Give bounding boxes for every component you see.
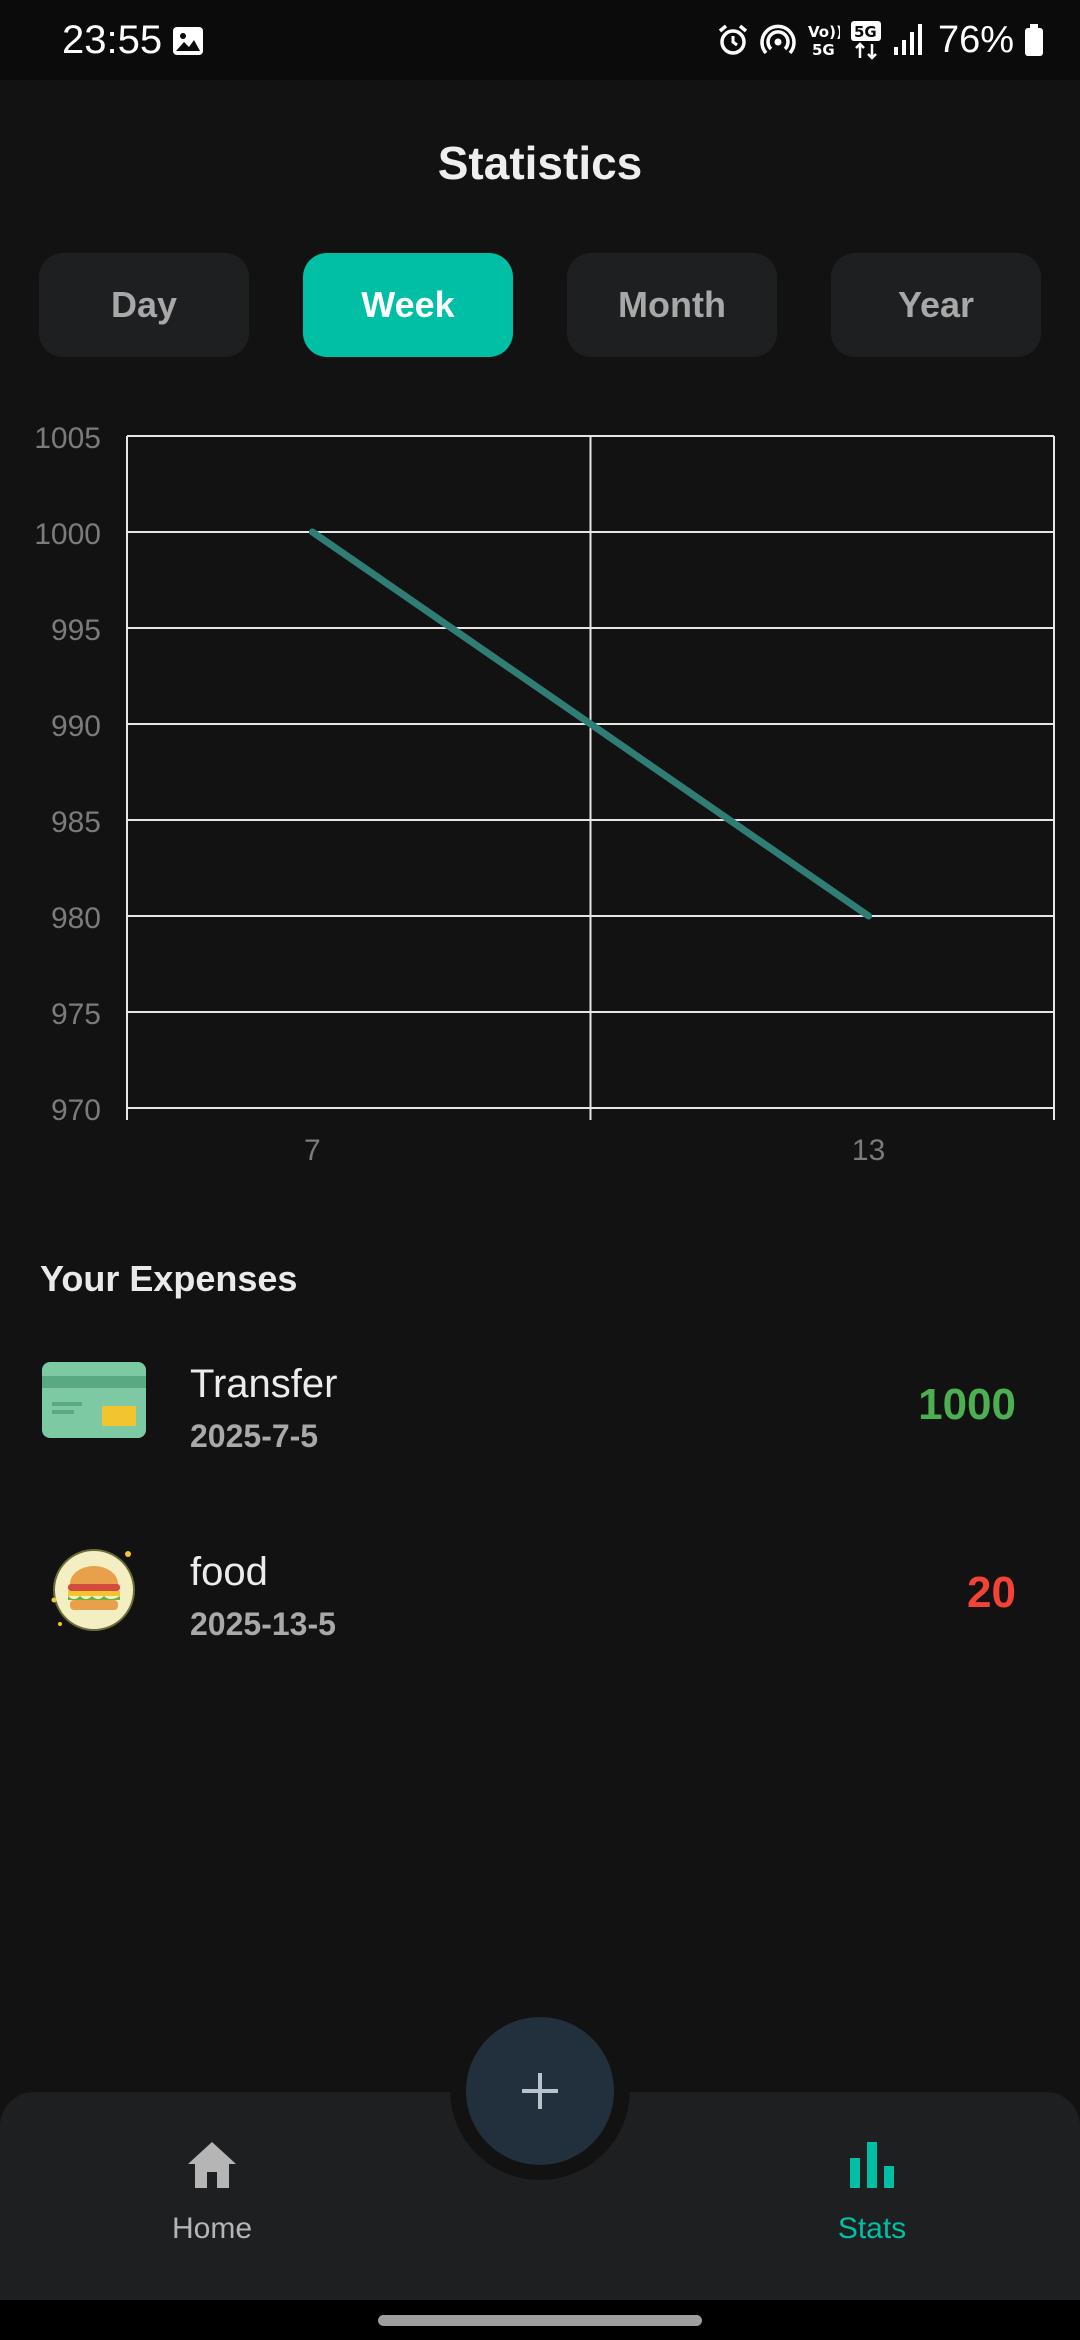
x-tick-label: 7 bbox=[304, 1134, 321, 1167]
tab-week[interactable]: Week bbox=[303, 253, 513, 357]
home-icon bbox=[188, 2142, 236, 2188]
line-chart: 1005 1000 995 990 985 980 975 970 7 13 bbox=[0, 420, 1080, 1180]
expense-item-food[interactable]: food 2025-13-5 20 bbox=[0, 1518, 1080, 1658]
volte-icon: Vo)) 5G bbox=[808, 23, 840, 59]
signal-icon bbox=[893, 24, 922, 55]
y-tick-label: 985 bbox=[51, 806, 101, 839]
expense-amount: 20 bbox=[967, 1568, 1016, 1617]
expense-item-transfer[interactable]: Transfer 2025-7-5 1000 bbox=[0, 1330, 1080, 1470]
5g-icon: 5G bbox=[850, 21, 881, 60]
credit-card-icon bbox=[42, 1362, 146, 1438]
y-tick-label: 975 bbox=[51, 998, 101, 1031]
y-tick-label: 1000 bbox=[34, 518, 101, 551]
alarm-icon bbox=[718, 24, 748, 55]
expense-date: 2025-13-5 bbox=[190, 1606, 336, 1642]
add-button[interactable] bbox=[466, 2017, 614, 2165]
expense-date: 2025-7-5 bbox=[190, 1418, 319, 1454]
nav-home[interactable]: Home bbox=[112, 2138, 312, 2258]
y-tick-label: 990 bbox=[51, 710, 101, 743]
tab-year[interactable]: Year bbox=[831, 253, 1041, 357]
y-tick-label: 980 bbox=[51, 902, 101, 935]
page-title: Statistics bbox=[437, 137, 643, 189]
expense-name: food bbox=[190, 1550, 268, 1594]
image-icon bbox=[173, 27, 203, 55]
battery-percentage: 76% bbox=[937, 18, 1014, 61]
svg-text:5G: 5G bbox=[854, 23, 877, 41]
status-icons: Vo)) 5G 5G 76% bbox=[716, 14, 1044, 66]
expense-name: Transfer bbox=[190, 1362, 338, 1406]
tab-month[interactable]: Month bbox=[567, 253, 777, 357]
plus-icon bbox=[522, 2073, 558, 2109]
tab-day[interactable]: Day bbox=[39, 253, 249, 357]
battery-icon bbox=[1025, 24, 1043, 56]
gesture-handle[interactable] bbox=[378, 2315, 702, 2326]
y-tick-label: 970 bbox=[51, 1094, 101, 1127]
period-tabs: Day Week Month Year bbox=[39, 253, 1041, 357]
nav-home-label: Home bbox=[171, 2212, 253, 2245]
x-tick-label: 13 bbox=[852, 1134, 885, 1167]
hotspot-icon bbox=[760, 24, 796, 55]
expenses-section-title: Your Expenses bbox=[40, 1258, 298, 1299]
nav-stats[interactable]: Stats bbox=[772, 2138, 972, 2258]
svg-text:5G: 5G bbox=[812, 41, 835, 59]
nav-stats-label: Stats bbox=[837, 2212, 907, 2245]
svg-text:Vo)): Vo)) bbox=[808, 23, 840, 41]
burger-icon bbox=[51, 1549, 135, 1631]
line-chart-svg: 1005 1000 995 990 985 980 975 970 7 13 bbox=[34, 422, 1055, 1167]
bar-chart-icon bbox=[850, 2142, 894, 2188]
y-tick-label: 1005 bbox=[34, 422, 101, 455]
expense-amount: 1000 bbox=[918, 1380, 1016, 1429]
status-time: 23:55 bbox=[62, 18, 163, 62]
status-bar: 23:55 Vo)) 5G 5G 76% bbox=[0, 0, 1080, 80]
y-tick-label: 995 bbox=[51, 614, 101, 647]
